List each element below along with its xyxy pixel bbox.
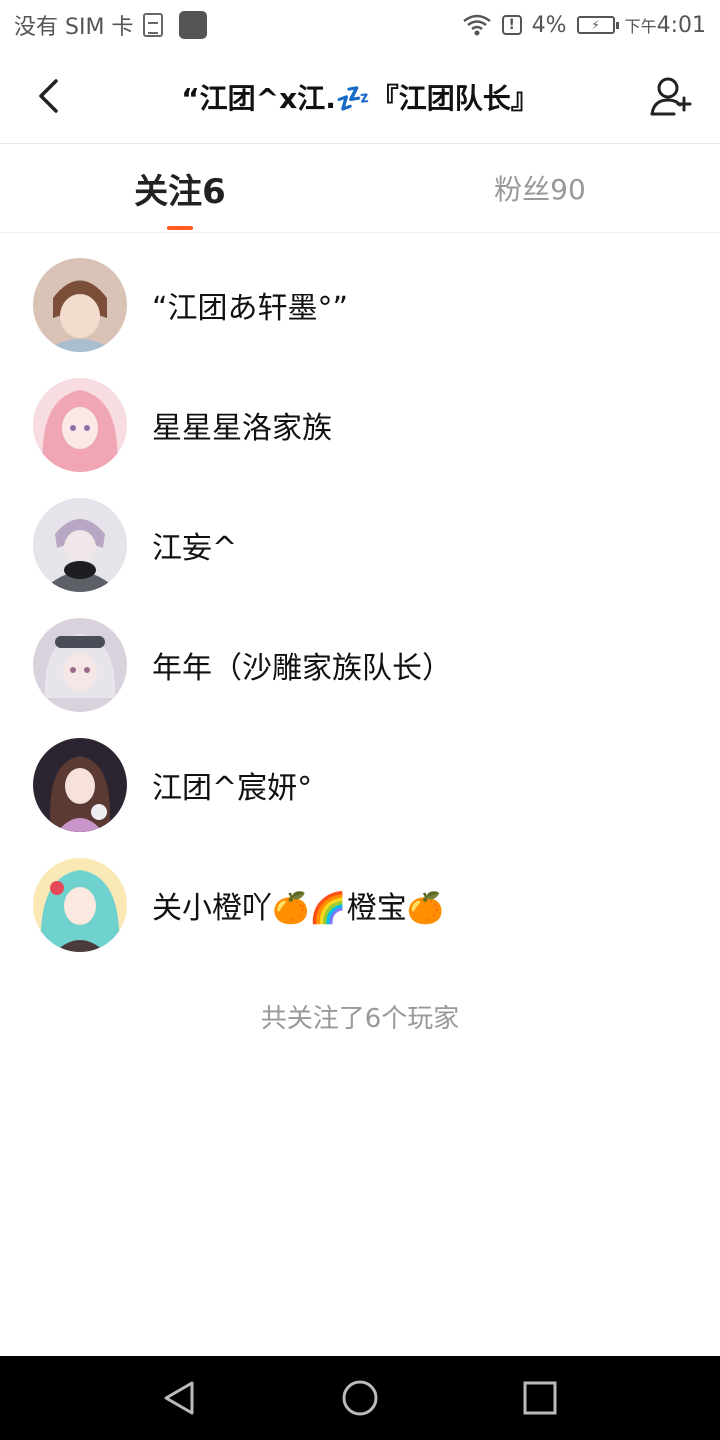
avatar[interactable] bbox=[33, 738, 127, 832]
follow-list: “江团あ轩墨°” 星星星洛家族 江妄^ 年年（沙雕家族队长） 江团^宸妍° 关小… bbox=[0, 245, 720, 965]
avatar[interactable] bbox=[33, 258, 127, 352]
header: “江团^x江.💤『江团队长』 bbox=[0, 50, 720, 144]
alert-icon: ! bbox=[501, 15, 522, 35]
nav-home-icon[interactable] bbox=[340, 1378, 380, 1418]
user-name: 星星星洛家族 bbox=[152, 411, 332, 446]
clock-period: 下午 bbox=[624, 16, 657, 36]
active-tab-indicator bbox=[167, 226, 193, 230]
tab-fans[interactable]: 粉丝90 bbox=[460, 144, 620, 232]
list-item[interactable]: 江妄^ bbox=[0, 485, 720, 605]
battery-percent: 4% bbox=[531, 12, 567, 38]
status-right: ! 4% ⚡ 下午4:01 bbox=[462, 13, 706, 38]
document-icon bbox=[143, 13, 164, 37]
tab-bar: 关注6 粉丝90 bbox=[0, 144, 720, 233]
app-notification-icon bbox=[179, 11, 208, 39]
page-title: “江团^x江.💤『江团队长』 bbox=[181, 82, 539, 115]
tab-following[interactable]: 关注6 bbox=[100, 144, 260, 232]
user-name: “江团あ轩墨°” bbox=[152, 291, 349, 326]
follow-count-note: 共关注了6个玩家 bbox=[260, 1004, 460, 1034]
avatar[interactable] bbox=[33, 378, 127, 472]
list-item[interactable]: 江团^宸妍° bbox=[0, 725, 720, 845]
system-nav-bar bbox=[0, 1356, 720, 1440]
list-item[interactable]: 星星星洛家族 bbox=[0, 365, 720, 485]
status-bar: 没有 SIM 卡 ! 4% ⚡ 下午4:01 bbox=[0, 0, 720, 50]
avatar[interactable] bbox=[33, 498, 127, 592]
battery-icon: ⚡ bbox=[576, 16, 619, 34]
status-left: 没有 SIM 卡 bbox=[14, 9, 208, 41]
list-item[interactable]: 关小橙吖🍊🌈橙宝🍊 bbox=[0, 845, 720, 965]
nav-recents-icon[interactable] bbox=[520, 1378, 560, 1418]
nav-back-icon[interactable] bbox=[160, 1378, 200, 1418]
carrier-text: 没有 SIM 卡 bbox=[14, 15, 134, 40]
user-name: 江团^宸妍° bbox=[152, 771, 313, 806]
chevron-left-icon[interactable] bbox=[34, 78, 64, 114]
clock-time: 4:01 bbox=[656, 12, 706, 38]
clock: 下午4:01 bbox=[625, 13, 706, 38]
list-item[interactable]: “江团あ轩墨°” bbox=[0, 245, 720, 365]
user-name: 年年（沙雕家族队长） bbox=[152, 651, 452, 686]
avatar[interactable] bbox=[33, 618, 127, 712]
avatar[interactable] bbox=[33, 858, 127, 952]
user-name: 关小橙吖🍊🌈橙宝🍊 bbox=[152, 891, 445, 926]
user-name: 江妄^ bbox=[152, 531, 238, 566]
wifi-icon bbox=[462, 14, 491, 36]
list-item[interactable]: 年年（沙雕家族队长） bbox=[0, 605, 720, 725]
add-user-icon[interactable] bbox=[648, 74, 694, 120]
